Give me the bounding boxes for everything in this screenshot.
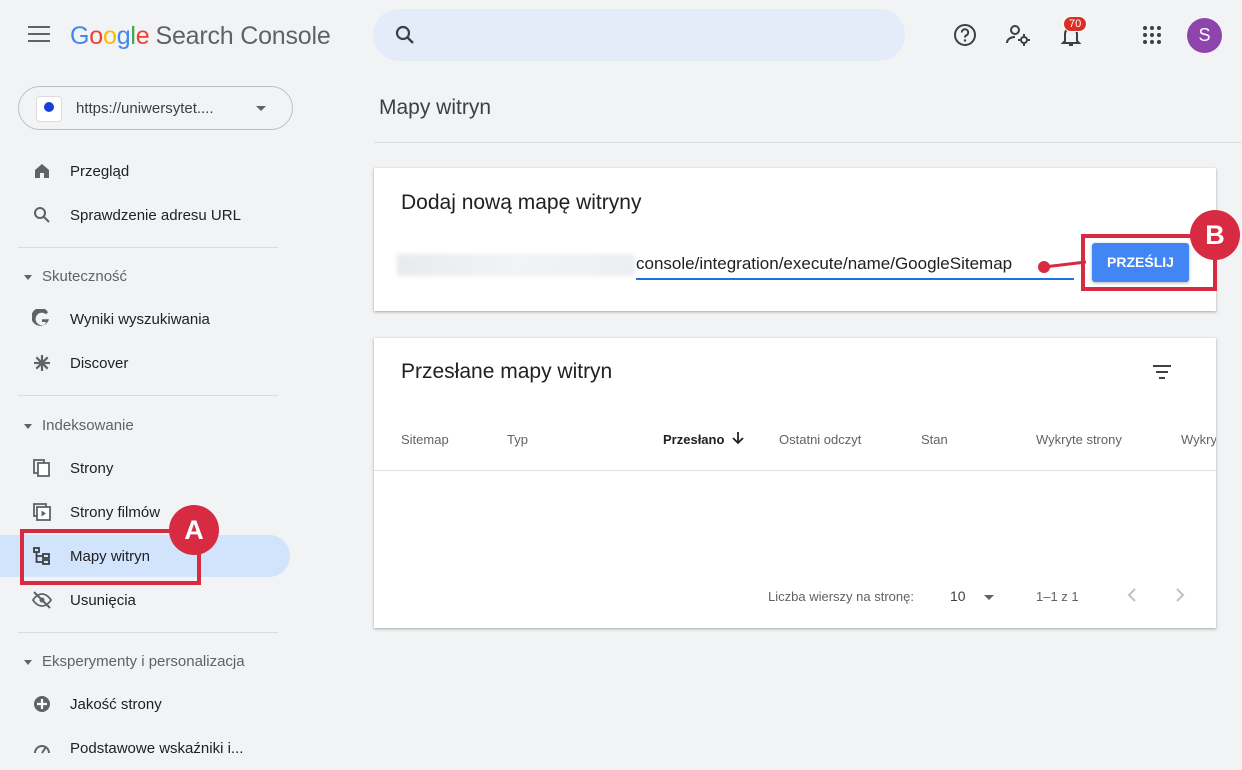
table-header-divider <box>374 470 1216 471</box>
section-indexing[interactable]: Indeksowanie <box>24 417 134 434</box>
sidebar-item-label: Podstawowe wskaźniki i... <box>70 740 244 757</box>
logo-letter: G <box>70 22 90 50</box>
sidebar-item-core-web-vitals[interactable]: Podstawowe wskaźniki i... <box>0 727 290 769</box>
top-bar: Google Search Console 70 S <box>0 0 1242 72</box>
sidebar-divider <box>18 632 278 633</box>
add-sitemap-title: Dodaj nową mapę witryny <box>401 191 642 214</box>
sidebar-item-label: Strony filmów <box>70 504 161 521</box>
search-icon <box>34 207 50 223</box>
property-favicon-icon <box>36 96 62 122</box>
sidebar-divider <box>18 395 278 396</box>
collapse-triangle-icon <box>24 274 32 280</box>
property-url: https://uniwersytet.... <box>76 100 214 117</box>
chevron-right-icon[interactable] <box>1173 586 1187 604</box>
google-g-icon <box>32 309 49 326</box>
plus-circle-icon <box>34 696 50 712</box>
sidebar-item-discover[interactable]: Discover <box>0 342 290 384</box>
sidebar-item-pages[interactable]: Strony <box>0 447 290 489</box>
sitemap-url-input[interactable]: console/integration/execute/name/GoogleS… <box>636 252 1074 280</box>
sidebar-item-url-inspection[interactable]: Sprawdzenie adresu URL <box>0 194 290 236</box>
logo-letter: o <box>102 22 117 50</box>
apps-grid-icon[interactable] <box>1138 21 1166 49</box>
column-header-type[interactable]: Typ <box>507 432 528 447</box>
chevron-left-icon[interactable] <box>1125 586 1139 604</box>
filter-icon[interactable] <box>1150 362 1174 382</box>
app-logo[interactable]: Google Search Console <box>70 22 331 51</box>
search-icon <box>395 25 414 44</box>
column-header-last-read[interactable]: Ostatni odczyt <box>779 432 861 447</box>
rows-per-page-value: 10 <box>950 588 966 604</box>
sidebar-item-removals[interactable]: Usunięcia <box>0 579 290 621</box>
user-settings-icon[interactable] <box>1004 21 1032 49</box>
arrow-down-sort-icon[interactable] <box>731 430 745 446</box>
home-icon <box>35 164 49 178</box>
title-divider <box>374 142 1242 143</box>
sidebar-item-label: Sprawdzenie adresu URL <box>70 207 241 224</box>
sidebar-item-label: Wyniki wyszukiwania <box>70 311 210 328</box>
sidebar-item-label: Discover <box>70 355 129 372</box>
submitted-sitemaps-card: Przesłane mapy witryn Sitemap Typ Przesł… <box>374 338 1216 628</box>
blurred-domain-prefix <box>397 254 635 276</box>
help-icon[interactable] <box>951 21 979 49</box>
column-header-discovered-videos[interactable]: Wykry <box>1181 432 1216 447</box>
section-label: Skuteczność <box>42 268 128 285</box>
sidebar-item-label: Usunięcia <box>70 592 136 609</box>
product-name: Search Console <box>155 22 331 50</box>
sidebar-item-label: Przegląd <box>70 163 130 180</box>
sidebar: https://uniwersytet.... Przegląd Sprawdz… <box>0 72 300 770</box>
property-selector[interactable]: https://uniwersytet.... <box>18 86 293 130</box>
annotation-marker-b: B <box>1190 210 1240 260</box>
page-title: Mapy witryn <box>379 96 492 119</box>
asterisk-icon <box>34 355 50 371</box>
pagination-range: 1–1 z 1 <box>1036 589 1079 604</box>
sidebar-item-label: Jakość strony <box>70 696 162 713</box>
gauge-icon <box>34 745 50 754</box>
section-performance[interactable]: Skuteczność <box>24 268 127 285</box>
sidebar-item-page-quality[interactable]: Jakość strony <box>0 683 290 725</box>
annotation-marker-a: A <box>169 505 219 555</box>
collapse-triangle-icon <box>24 659 32 665</box>
section-label: Indeksowanie <box>42 417 134 434</box>
chevron-down-icon <box>983 594 994 600</box>
eye-off-icon <box>32 591 52 609</box>
notification-count-badge: 70 <box>1063 16 1088 32</box>
column-header-sitemap[interactable]: Sitemap <box>401 432 449 447</box>
logo-letter: g <box>116 22 131 50</box>
sidebar-divider <box>18 247 278 248</box>
video-pages-icon <box>33 503 51 521</box>
sidebar-item-label: Strony <box>70 460 114 477</box>
rows-per-page-select[interactable]: 10 <box>950 588 994 604</box>
search-bar[interactable] <box>373 9 905 61</box>
logo-letter: o <box>89 22 103 50</box>
rows-per-page-label: Liczba wierszy na stronę: <box>768 589 914 604</box>
column-header-status[interactable]: Stan <box>921 432 948 447</box>
logo-letter: e <box>135 22 150 50</box>
column-header-submitted[interactable]: Przesłano <box>663 432 724 447</box>
collapse-triangle-icon <box>24 423 32 429</box>
sidebar-item-video-pages[interactable]: Strony filmów <box>0 491 290 533</box>
column-header-discovered-pages[interactable]: Wykryte strony <box>1036 432 1122 447</box>
chevron-down-icon <box>256 106 266 111</box>
sidebar-item-search-results[interactable]: Wyniki wyszukiwania <box>0 298 290 340</box>
hamburger-menu-icon[interactable] <box>28 26 50 44</box>
sidebar-item-overview[interactable]: Przegląd <box>0 150 290 192</box>
pages-icon <box>33 459 50 477</box>
submitted-sitemaps-title: Przesłane mapy witryn <box>401 360 613 383</box>
annotation-pointer-line <box>1038 260 1087 273</box>
account-avatar[interactable]: S <box>1187 18 1222 53</box>
section-label: Eksperymenty i personalizacja <box>42 653 245 670</box>
section-experiments[interactable]: Eksperymenty i personalizacja <box>24 653 245 670</box>
